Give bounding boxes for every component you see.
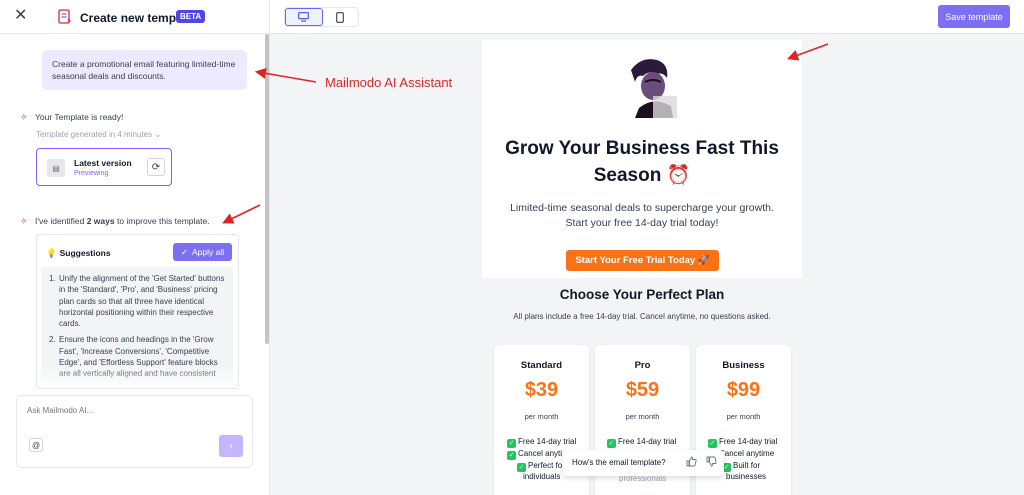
plan-period: per month (726, 412, 761, 421)
plan-feature: ✓ Built for (722, 461, 802, 472)
hero-title-line: Season ⏰ (593, 165, 691, 186)
plan-name: Standard (520, 360, 563, 371)
email-preview: Grow Your Business Fast This Season ⏰ Li… (482, 40, 802, 495)
check-icon: ✓ (517, 463, 526, 472)
version-title: Latest version (74, 158, 132, 168)
annotation-label: Mailmodo AI Assistant (325, 75, 453, 90)
check-icon: ✓ (507, 451, 516, 460)
suggestion-item: 1. Unify the alignment of the 'Get Starte… (49, 273, 227, 329)
template-ready-text: Your Template is ready! (35, 112, 124, 122)
thumbs-down-glyph (706, 456, 717, 467)
send-button[interactable]: › (219, 435, 243, 457)
suggestions-card: 💡 Suggestions ✓ Apply all 1. Unify the alig… (36, 234, 239, 389)
panel-divider (269, 0, 270, 495)
plan-name: Pro (634, 360, 651, 371)
feature-text: Free 14-day trial (618, 437, 677, 446)
thumbs-up-glyph (686, 456, 697, 467)
improve-text-pre: I've identified (35, 216, 87, 226)
device-toggle (284, 7, 359, 27)
plan-name: Business (722, 360, 765, 371)
apply-all-label: Apply all (191, 247, 225, 257)
chevron-down-icon: ⌄ (154, 130, 162, 139)
plan-feature: ✓ Free 14-day trial (507, 437, 602, 448)
ask-ai-box: @ › (16, 395, 253, 468)
plans-subheading: All plans include a free 14-day trial. C… (513, 312, 771, 321)
ai-sparkle-icon: ✧ (20, 112, 28, 122)
plan-price: $99 (726, 379, 761, 401)
check-icon: ✓ (708, 439, 717, 448)
feedback-question: How's the email template? (572, 458, 666, 467)
suggestions-title: Suggestions (59, 248, 111, 258)
ask-ai-input[interactable] (27, 406, 227, 415)
version-status: Previewing (74, 170, 109, 177)
improve-text-post: to improve this template. (114, 216, 210, 226)
mention-button[interactable]: @ (29, 438, 43, 452)
feature-text: Free 14-day trial (719, 437, 778, 446)
improve-count: 2 ways (86, 216, 115, 226)
desktop-view-button[interactable] (285, 8, 323, 26)
feature-text: Built for (733, 461, 761, 470)
plan-price: $39 (524, 379, 559, 401)
lightbulb-icon: 💡 (46, 248, 57, 258)
close-icon[interactable]: ✕ (14, 8, 30, 24)
refresh-icon[interactable]: ⟳ (147, 158, 165, 176)
plan-price: $59 (625, 379, 660, 401)
plans-heading: Choose Your Perfect Plan (559, 287, 725, 302)
suggestion-text: Unify the alignment of the 'Get Started'… (59, 274, 225, 329)
check-icon: ✓ (180, 246, 188, 257)
save-template-button[interactable]: Save template (938, 5, 1010, 28)
beta-badge: BETA (176, 10, 206, 23)
desktop-icon (298, 12, 310, 22)
mobile-icon (336, 11, 345, 23)
apply-all-button[interactable]: ✓ Apply all (173, 243, 232, 261)
hero-avatar-image (623, 56, 677, 118)
feature-text: Perfect fo (528, 461, 563, 470)
thumbs-up-icon[interactable] (685, 456, 698, 469)
plan-feature: ✓ Free 14-day trial (708, 437, 802, 448)
hero-subtitle-line: Start your free 14-day trial today! (565, 217, 719, 229)
generation-time-dropdown[interactable]: Template generated in 4 minutes ⌄ (36, 130, 161, 139)
suggestions-heading: 💡 Suggestions (46, 248, 111, 259)
feature-text: Cancel anyti (518, 449, 563, 458)
template-icon (58, 9, 71, 24)
feature-text: Cancel anytime (719, 449, 775, 458)
template-ready-row: ✧ Your Template is ready! (20, 112, 123, 123)
ai-assistant-panel: Create a promotional email featuring lim… (0, 34, 269, 495)
check-icon: ✓ (507, 439, 516, 448)
document-icon: ▤ (47, 159, 65, 177)
plan-period: per month (625, 412, 660, 421)
plan-period: per month (524, 412, 559, 421)
ai-sparkle-icon: ✧ (20, 216, 28, 226)
latest-version-card[interactable]: ▤ Latest version Previewing ⟳ (36, 148, 172, 186)
plan-feature: ✓ Free 14-day trial (607, 437, 702, 448)
generation-time-text: Template generated in 4 minutes (36, 130, 153, 139)
thumbs-down-icon[interactable] (705, 456, 718, 469)
plan-feature-cont: businesses (726, 472, 767, 481)
mobile-view-button[interactable] (323, 8, 359, 26)
user-prompt-message: Create a promotional email featuring lim… (42, 50, 247, 90)
feature-text: Free 14-day trial (518, 437, 577, 446)
list-fade (37, 366, 238, 388)
improvements-row: ✧ I've identified 2 ways to improve this … (20, 216, 210, 227)
hero-title: Grow Your Business Fast This Season ⏰ (482, 135, 802, 189)
email-hero-section: Grow Your Business Fast This Season ⏰ Li… (482, 40, 802, 278)
hero-subtitle-line: Limited-time seasonal deals to superchar… (510, 202, 774, 214)
feedback-popup: How's the email template? (563, 450, 724, 476)
hero-title-line: Grow Your Business Fast This (505, 138, 779, 159)
top-bar: ✕ Create new template BETA Save template (0, 0, 1024, 34)
hero-subtitle: Limited-time seasonal deals to superchar… (482, 201, 802, 231)
check-icon: ✓ (607, 439, 616, 448)
start-trial-button[interactable]: Start Your Free Trial Today 🚀 (566, 250, 719, 271)
sidebar-scrollbar[interactable] (265, 34, 269, 344)
